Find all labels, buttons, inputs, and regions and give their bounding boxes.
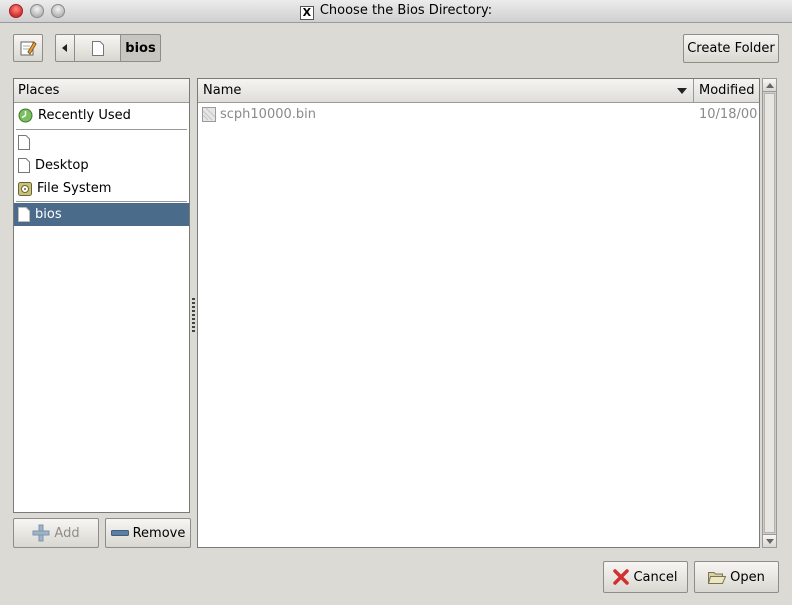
title-bar: X Choose the Bios Directory: xyxy=(0,0,792,23)
pencil-icon xyxy=(20,41,37,56)
add-label: Add xyxy=(54,525,80,541)
table-row[interactable]: scph10000.bin 10/18/00 xyxy=(198,104,759,126)
minus-icon xyxy=(110,530,129,536)
scroll-track[interactable] xyxy=(764,93,775,533)
create-folder-button[interactable]: Create Folder xyxy=(683,34,779,63)
cancel-button[interactable]: Cancel xyxy=(603,561,688,593)
place-label: File System xyxy=(37,181,112,196)
file-modified: 10/18/00 xyxy=(699,107,758,122)
triangle-left-icon xyxy=(62,44,67,52)
open-button[interactable]: Open xyxy=(694,561,779,593)
document-icon xyxy=(18,207,30,222)
arrow-up-icon xyxy=(766,83,774,88)
file-list-header: Name Modified xyxy=(198,79,759,103)
place-bios[interactable]: bios xyxy=(14,203,189,226)
path-root-button[interactable] xyxy=(75,34,121,62)
open-label: Open xyxy=(730,569,765,585)
place-label: Recently Used xyxy=(38,108,131,123)
place-label: Desktop xyxy=(35,158,89,173)
window-title-wrap: X Choose the Bios Directory: xyxy=(0,3,792,20)
place-desktop[interactable]: Desktop xyxy=(14,154,189,177)
places-header[interactable]: Places xyxy=(14,79,189,103)
scroll-up-button[interactable] xyxy=(763,79,776,92)
column-name-label: Name xyxy=(203,83,242,98)
drive-icon xyxy=(18,181,32,196)
window-title: Choose the Bios Directory: xyxy=(319,3,493,18)
plus-icon xyxy=(32,524,50,542)
places-divider xyxy=(16,201,187,202)
file-name: scph10000.bin xyxy=(220,107,317,122)
path-segment-bios[interactable]: bios xyxy=(121,34,161,62)
add-bookmark-button[interactable]: Add xyxy=(13,518,99,548)
folder-open-icon xyxy=(708,571,727,584)
remove-bookmark-button[interactable]: Remove xyxy=(105,518,191,548)
place-label: bios xyxy=(35,207,62,222)
column-header-name[interactable]: Name xyxy=(198,79,694,102)
column-modified-label: Modified xyxy=(699,83,755,98)
places-header-label: Places xyxy=(18,83,60,98)
document-icon xyxy=(18,135,30,150)
place-home[interactable] xyxy=(14,131,189,154)
cancel-label: Cancel xyxy=(633,569,678,585)
file-list: Name Modified scph10000.bin 10/18/00 xyxy=(197,78,760,548)
scroll-down-button[interactable] xyxy=(763,534,776,547)
document-icon xyxy=(18,158,30,173)
remove-label: Remove xyxy=(132,525,186,541)
path-segment-label: bios xyxy=(125,40,156,56)
edit-location-button[interactable] xyxy=(13,34,43,62)
recent-icon xyxy=(18,108,33,123)
path-scroll-left-button[interactable] xyxy=(55,34,75,62)
x11-icon: X xyxy=(299,6,314,20)
sort-descending-icon xyxy=(677,88,687,94)
create-folder-label: Create Folder xyxy=(687,41,775,56)
arrow-down-icon xyxy=(766,539,774,544)
file-icon xyxy=(202,107,216,122)
column-header-modified[interactable]: Modified xyxy=(695,79,759,102)
places-divider xyxy=(16,129,187,130)
pane-splitter[interactable] xyxy=(192,298,195,332)
vertical-scrollbar[interactable] xyxy=(762,78,777,548)
place-file-system[interactable]: File System xyxy=(14,177,189,200)
document-icon xyxy=(91,40,104,56)
cancel-x-icon xyxy=(613,569,630,585)
place-recently-used[interactable]: Recently Used xyxy=(14,104,189,127)
places-panel: Places Recently Used Desktop File System… xyxy=(13,78,190,513)
